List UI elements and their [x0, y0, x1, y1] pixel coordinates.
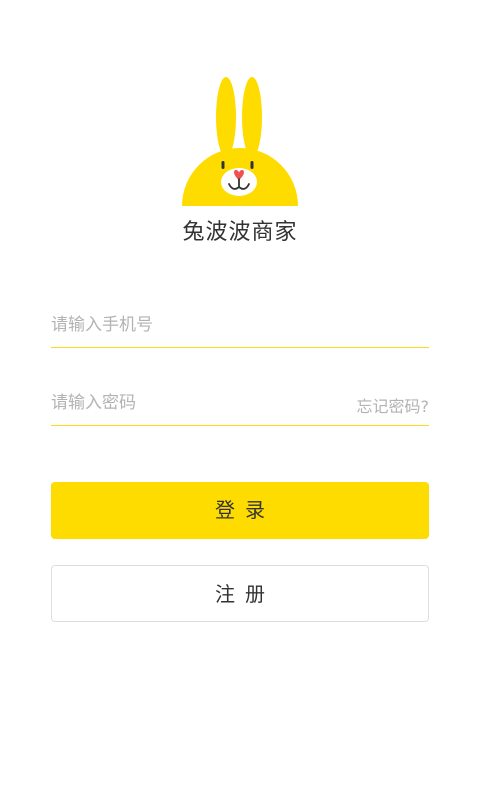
login-button[interactable]: 登录 — [51, 482, 429, 539]
phone-input[interactable] — [51, 303, 429, 346]
password-input[interactable] — [51, 381, 341, 424]
app-name: 兔波波商家 — [182, 220, 298, 245]
forgot-password-link[interactable]: 忘记密码? — [357, 393, 430, 417]
register-button[interactable]: 注册 — [51, 565, 429, 622]
phone-field — [51, 303, 429, 348]
password-field: 忘记密码? — [51, 381, 429, 426]
rabbit-logo-icon — [180, 75, 300, 207]
